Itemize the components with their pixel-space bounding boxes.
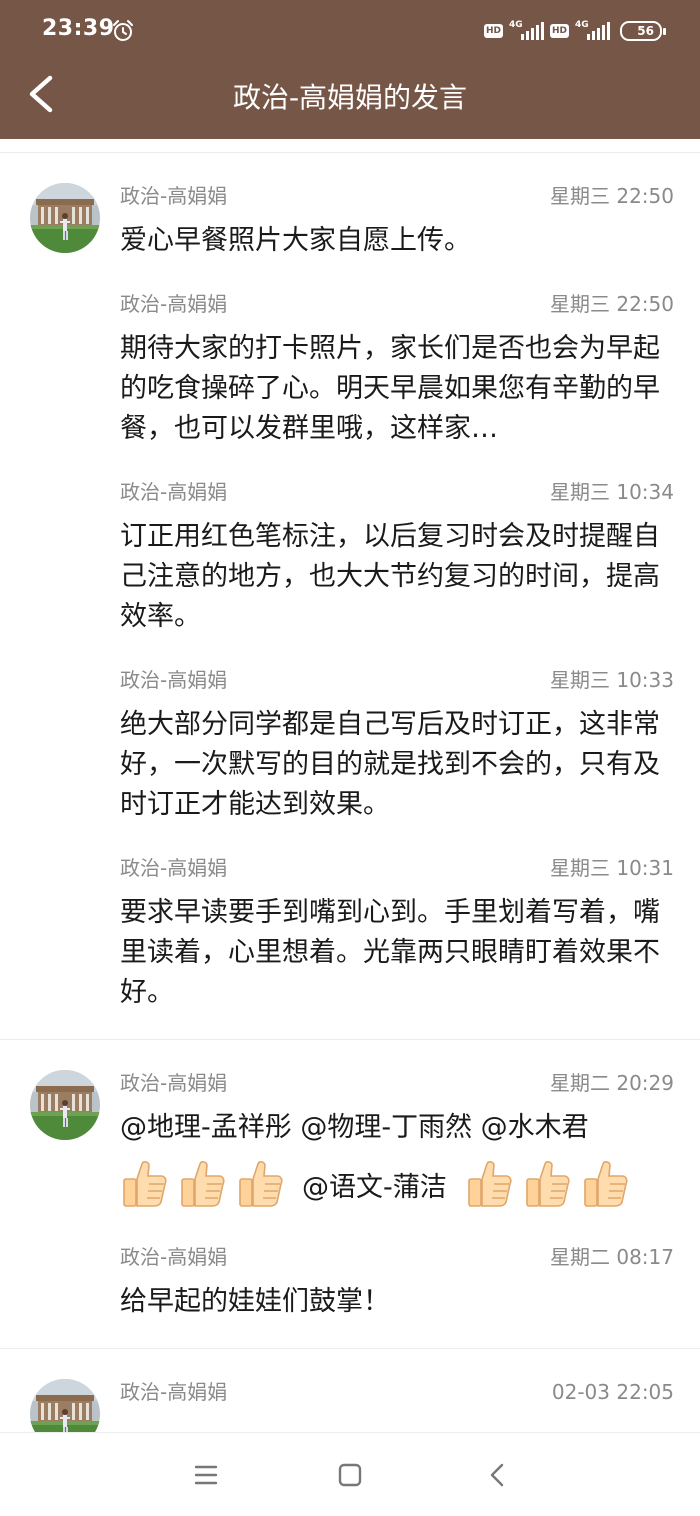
alarm-clock-icon xyxy=(113,20,133,41)
message-text: 爱心早餐照片大家自愿上传。 xyxy=(120,225,471,256)
home-square-icon[interactable] xyxy=(332,1457,368,1493)
author-name: 政治-高娟娟 xyxy=(120,184,228,208)
thumbs-up-icon xyxy=(236,1158,284,1210)
message-time: 星期二 08:17 xyxy=(550,1245,674,1269)
message-item[interactable]: 政治-高娟娟 星期三 10:33 绝大部分同学都是自己写后及时订正，这非常好，一次… xyxy=(120,667,674,825)
thumbs-up-icon xyxy=(523,1158,571,1210)
message-time: 星期三 22:50 xyxy=(550,184,674,208)
status-bar: 23:39 HD 4G HD 4G 56 xyxy=(0,0,700,62)
mention-text: @语文-蒲洁 xyxy=(302,1171,447,1203)
message-time: 星期三 10:33 xyxy=(550,668,674,692)
message-group: 政治-高娟娟 星期三 22:50 爱心早餐照片大家自愿上传。 政治-高娟娟 星期三 … xyxy=(0,153,700,1040)
message-item[interactable]: 政治-高娟娟 星期三 22:50 爱心早餐照片大家自愿上传。 xyxy=(120,183,674,261)
author-name: 政治-高娟娟 xyxy=(120,668,228,692)
battery-level: 56 xyxy=(637,24,654,38)
message-item[interactable]: 政治-高娟娟 星期二 20:29 @地理-孟祥彤 @物理-丁雨然 @水木君 @语文… xyxy=(120,1070,674,1214)
message-text: 给早起的娃娃们鼓掌！ xyxy=(120,1286,390,1317)
menu-icon[interactable] xyxy=(188,1457,224,1493)
message-item[interactable]: 政治-高娟娟 星期三 10:34 订正用红色笔标注，以后复习时会及时提醒自己注意的… xyxy=(120,479,674,637)
battery-icon: 56 xyxy=(620,21,666,41)
author-name: 政治-高娟娟 xyxy=(120,1071,228,1095)
message-feed[interactable]: 政治-高娟娟 星期三 22:50 爱心早餐照片大家自愿上传。 政治-高娟娟 星期三 … xyxy=(0,139,700,1432)
signal-icon: 4G xyxy=(509,20,544,40)
message-item[interactable]: 政治-高娟娟 星期三 10:31 要求早读要手到嘴到心到。手里划着写着，嘴里读着，… xyxy=(120,855,674,1013)
author-name: 政治-高娟娟 xyxy=(120,1380,228,1404)
message-text: 订正用红色笔标注，以后复习时会及时提醒自己注意的地方，也大大节约复习的时间，提高… xyxy=(120,521,660,632)
author-name: 政治-高娟娟 xyxy=(120,292,228,316)
thumbs-up-icon xyxy=(581,1158,629,1210)
system-icons: HD 4G HD 4G 56 xyxy=(483,20,666,42)
avatar[interactable] xyxy=(30,183,100,253)
message-group: 政治-高娟娟 星期二 20:29 @地理-孟祥彤 @物理-丁雨然 @水木君 @语文… xyxy=(0,1040,700,1349)
message-time: 星期三 10:34 xyxy=(550,480,674,504)
message-item[interactable]: 政治-高娟娟 02-03 22:05 xyxy=(120,1379,674,1405)
author-name: 政治-高娟娟 xyxy=(120,480,228,504)
thumbs-row: @语文-蒲洁 xyxy=(120,1154,674,1214)
thumbs-up-icon xyxy=(120,1158,168,1210)
message-text: 绝大部分同学都是自己写后及时订正，这非常好，一次默写的目的就是找到不会的，只有及… xyxy=(120,709,660,820)
avatar[interactable] xyxy=(30,1070,100,1140)
hd-badge: HD xyxy=(549,24,569,38)
system-nav-bar xyxy=(0,1432,700,1516)
thumbs-up-icon xyxy=(178,1158,226,1210)
message-time: 星期三 22:50 xyxy=(550,292,674,316)
message-item[interactable]: 政治-高娟娟 星期三 22:50 期待大家的打卡照片，家长们是否也会为早起的吃食操… xyxy=(120,291,674,449)
signal-icon: 4G xyxy=(575,20,610,40)
message-group: 政治-高娟娟 02-03 22:05 xyxy=(0,1349,700,1431)
message-text: 期待大家的打卡照片，家长们是否也会为早起的吃食操碎了心。明天早晨如果您有辛勤的早… xyxy=(120,333,660,444)
message-text: 要求早读要手到嘴到心到。手里划着写着，嘴里读着，心里想着。光靠两只眼睛盯着效果不… xyxy=(120,897,660,1008)
divider xyxy=(0,139,700,153)
status-time: 23:39 xyxy=(42,16,115,41)
back-triangle-icon[interactable] xyxy=(480,1457,516,1493)
author-name: 政治-高娟娟 xyxy=(120,856,228,880)
page-title: 政治-高娟娟的发言 xyxy=(232,81,468,114)
message-time: 星期三 10:31 xyxy=(550,856,674,880)
author-name: 政治-高娟娟 xyxy=(120,1245,228,1269)
thumbs-up-icon xyxy=(465,1158,513,1210)
message-item[interactable]: 政治-高娟娟 星期二 08:17 给早起的娃娃们鼓掌！ xyxy=(120,1244,674,1322)
message-time: 02-03 22:05 xyxy=(551,1380,674,1404)
avatar[interactable] xyxy=(30,1379,100,1432)
app-header: 23:39 HD 4G HD 4G 56 政治-高娟娟的发言 xyxy=(0,0,700,139)
hd-badge: HD xyxy=(483,24,503,38)
message-text: @地理-孟祥彤 @物理-丁雨然 @水木君 xyxy=(120,1112,589,1143)
message-time: 星期二 20:29 xyxy=(550,1071,674,1095)
